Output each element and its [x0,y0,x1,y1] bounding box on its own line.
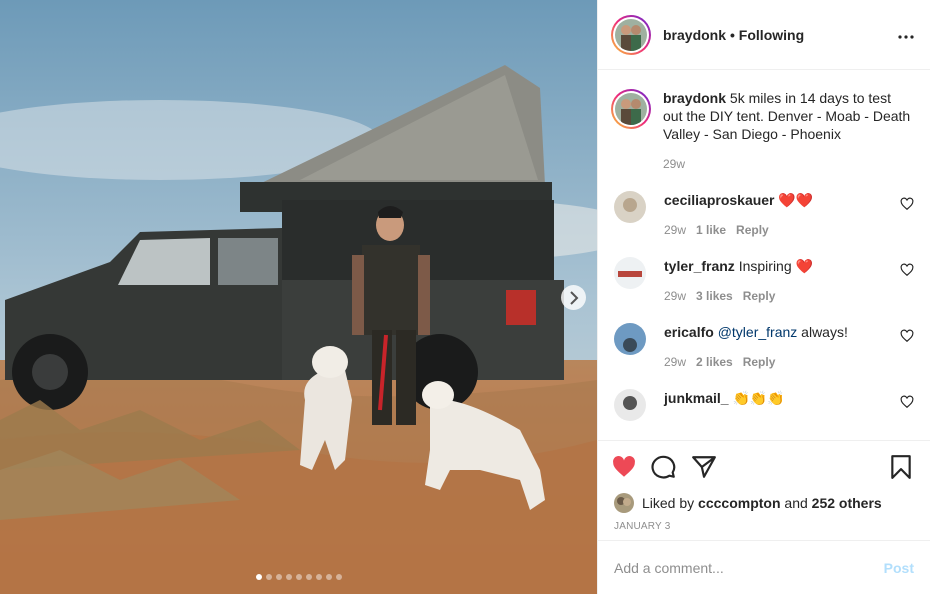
others-likes-link[interactable]: 252 others [812,495,882,511]
next-photo-button[interactable] [561,285,586,310]
pagination-dot [335,574,342,580]
reply-button[interactable]: Reply [736,221,769,239]
commenter-photo [614,323,646,355]
caption-author-photo [615,93,647,125]
caption-timestamp[interactable]: 29w [663,155,914,173]
comment-likes-link[interactable]: 3 likes [696,287,733,305]
comment-likes-link[interactable]: 2 likes [696,353,733,371]
reply-button[interactable]: Reply [743,353,776,371]
comment-timestamp[interactable]: 29w [664,287,686,305]
more-dots-icon [898,34,914,39]
liked-by-and: and [784,495,808,511]
comment-bubble-icon[interactable] [651,454,677,480]
commenter-avatar[interactable] [614,323,646,355]
pagination-dot [295,574,302,580]
comment-item: tyler_franz Inspiring ❤️ 29w 3 likes Rep… [611,257,914,305]
reply-button[interactable]: Reply [743,287,776,305]
pagination-dot [315,574,322,580]
comment-emoji: ❤️❤️ [778,192,814,208]
like-heart-icon[interactable] [611,454,637,480]
caption-username-link[interactable]: braydonk [663,90,726,106]
add-comment-bar: Post [598,540,930,594]
comment-like-heart-icon[interactable] [900,395,914,409]
liked-by-summary: Liked by ccccompton and 252 others [611,493,914,513]
chevron-right-icon [569,290,578,305]
liked-by-user-link[interactable]: ccccompton [698,495,780,511]
photo-pagination [0,574,597,580]
commenter-avatar[interactable] [614,389,646,421]
caption-avatar[interactable] [611,89,651,129]
photo-truck-tent-dogs [0,0,597,594]
comment-like-heart-icon[interactable] [900,197,914,211]
liker-photo [614,493,634,513]
commenter-photo [614,257,646,289]
commenter-photo [614,389,646,421]
comment-timestamp[interactable]: 29w [664,221,686,239]
comment-like-heart-icon[interactable] [900,329,914,343]
pagination-dot [265,574,272,580]
liker-avatar[interactable] [614,493,634,513]
post-photo[interactable] [0,0,597,594]
comment-text: always! [801,324,848,340]
comment-username-link[interactable]: tyler_franz [664,258,735,274]
comment-item: ericalfo @tyler_franz always! 29w 2 like… [611,323,914,371]
comment-item: junkmail_ 👏👏👏 [611,389,914,421]
liked-by-prefix: Liked by [642,495,695,511]
pagination-dot [285,574,292,580]
comment-input[interactable] [614,559,884,576]
comment-username-link[interactable]: ceciliaproskauer [664,192,775,208]
author-username-link[interactable]: braydonk [663,27,726,43]
comment-text: Inspiring [738,258,792,274]
commenter-photo [614,191,646,223]
comment-mention-link[interactable]: @tyler_franz [718,324,798,340]
post-comment-button[interactable]: Post [884,560,914,576]
post-actions: Liked by ccccompton and 252 others JANUA… [598,440,930,532]
save-bookmark-icon[interactable] [888,454,914,480]
comment-likes-link[interactable]: 1 like [696,221,726,239]
post-header: braydonk • Following [598,0,930,70]
post-caption: braydonk 5k miles in 14 days to test out… [611,71,914,173]
comment-emoji: 👏👏👏 [732,390,785,406]
more-options-button[interactable] [898,26,914,44]
pagination-dot [255,574,262,580]
commenter-avatar[interactable] [614,257,646,289]
author-photo [615,18,647,51]
pagination-dot [275,574,282,580]
pagination-dot [305,574,312,580]
author-avatar[interactable] [611,14,651,55]
share-paper-plane-icon[interactable] [691,454,717,480]
pagination-dot [325,574,332,580]
post-sidebar: braydonk • Following braydonk 5k miles i… [597,0,930,594]
comment-username-link[interactable]: junkmail_ [664,390,729,406]
comments-list[interactable]: braydonk 5k miles in 14 days to test out… [598,71,930,439]
comment-emoji: ❤️ [795,258,813,274]
comment-timestamp[interactable]: 29w [664,353,686,371]
post-modal: braydonk • Following braydonk 5k miles i… [0,0,930,594]
post-date[interactable]: JANUARY 3 [614,521,914,532]
comment-username-link[interactable]: ericalfo [664,324,714,340]
comment-item: ceciliaproskauer ❤️❤️ 29w 1 like Reply [611,191,914,239]
following-button[interactable]: • Following [730,27,804,43]
commenter-avatar[interactable] [614,191,646,223]
comment-like-heart-icon[interactable] [900,263,914,277]
